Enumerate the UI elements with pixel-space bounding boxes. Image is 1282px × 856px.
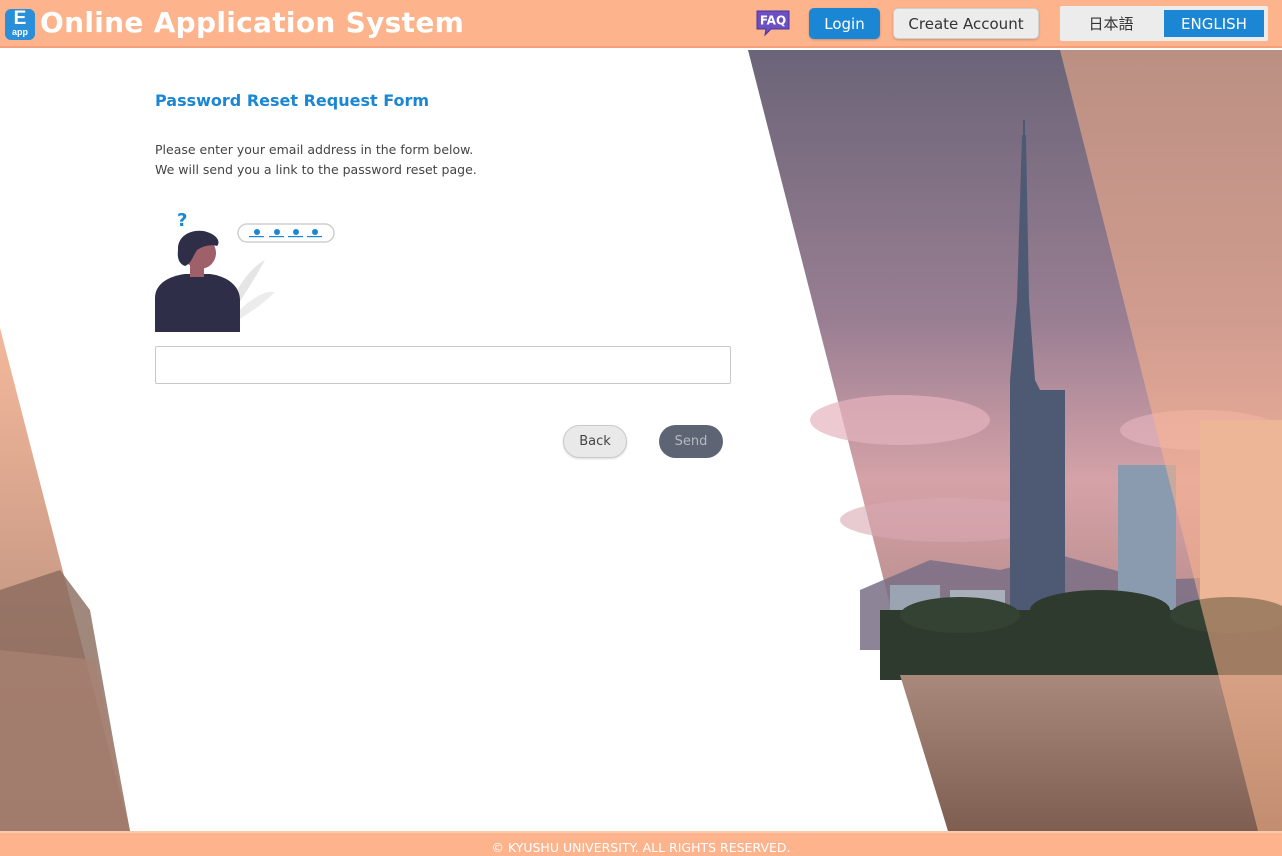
faq-bubble-icon[interactable]: FAQ — [755, 9, 791, 37]
faq-label: FAQ — [760, 14, 786, 28]
instructions: Please enter your email address in the f… — [155, 140, 477, 180]
instruction-line-1: Please enter your email address in the f… — [155, 142, 474, 157]
logo-sub: app — [11, 27, 28, 37]
lang-japanese-button[interactable]: 日本語 — [1068, 10, 1154, 37]
send-button[interactable]: Send — [659, 425, 723, 458]
login-button[interactable]: Login — [809, 8, 880, 39]
language-switcher: 日本語 ENGLISH — [1060, 6, 1268, 41]
instruction-line-2: We will send you a link to the password … — [155, 162, 477, 177]
svg-text:?: ? — [177, 210, 187, 231]
copyright-text: © KYUSHU UNIVERSITY. ALL RIGHTS RESERVED… — [491, 840, 791, 855]
form-title: Password Reset Request Form — [155, 91, 430, 110]
lang-english-button[interactable]: ENGLISH — [1164, 10, 1264, 37]
create-account-button[interactable]: Create Account — [893, 8, 1039, 39]
email-field[interactable] — [155, 346, 731, 384]
back-button[interactable]: Back — [563, 425, 627, 458]
footer: © KYUSHU UNIVERSITY. ALL RIGHTS RESERVED… — [0, 831, 1282, 856]
e-app-logo-icon[interactable]: E app — [5, 9, 35, 40]
person-password-illustration: ? — [155, 210, 335, 332]
app-title[interactable]: Online Application System — [40, 6, 464, 39]
header-bar: E app Online Application System FAQ Logi… — [0, 0, 1282, 48]
logo-letter: E — [13, 8, 27, 29]
